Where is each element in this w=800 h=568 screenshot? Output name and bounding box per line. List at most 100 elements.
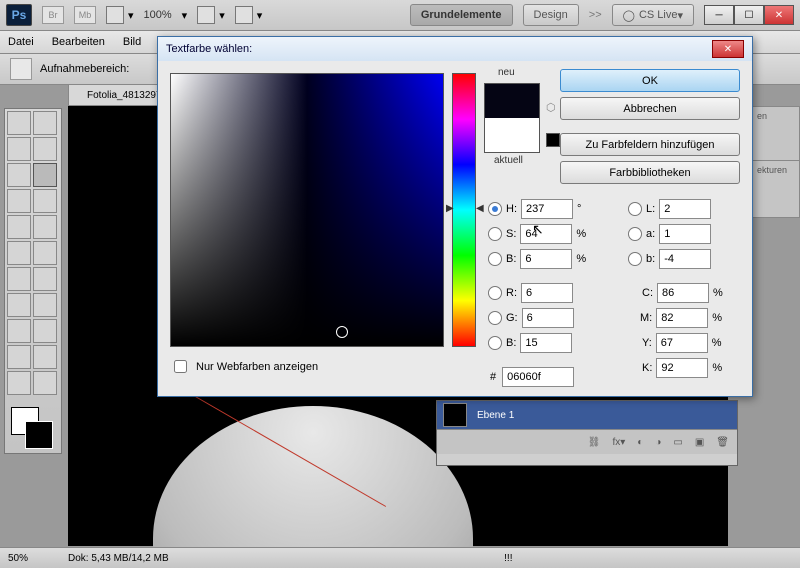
app-logo: Ps bbox=[6, 4, 32, 26]
radio-s[interactable] bbox=[488, 227, 502, 241]
eyedropper-tool[interactable] bbox=[33, 163, 57, 187]
folder-icon[interactable]: ▭ bbox=[673, 437, 682, 448]
status-zoom[interactable]: 50% bbox=[8, 553, 28, 564]
zoom-tool[interactable] bbox=[7, 371, 31, 395]
color-swatches[interactable] bbox=[7, 403, 55, 451]
bridge-icon[interactable]: Br bbox=[42, 6, 64, 24]
fx-icon[interactable]: fx▾ bbox=[612, 437, 625, 448]
radio-l[interactable] bbox=[628, 202, 642, 216]
workspace-grundelemente[interactable]: Grundelemente bbox=[410, 4, 513, 26]
current-tool-icon[interactable] bbox=[10, 58, 32, 80]
cs-live-button[interactable]: ◯ CS Live ▾ bbox=[612, 4, 694, 26]
window-close-button[interactable]: ✕ bbox=[764, 5, 794, 25]
crop-tool[interactable] bbox=[7, 163, 31, 187]
image-content bbox=[153, 406, 473, 568]
trash-icon[interactable]: 🗑 bbox=[716, 437, 729, 448]
hue-arrow-left-icon: ▶ bbox=[446, 203, 454, 214]
zoom-level[interactable]: 100% bbox=[144, 9, 172, 21]
window-maximize-button[interactable]: ☐ bbox=[734, 5, 764, 25]
web-colors-label: Nur Webfarben anzeigen bbox=[196, 361, 318, 373]
radio-b[interactable] bbox=[488, 252, 502, 266]
pen-tool[interactable] bbox=[7, 293, 31, 317]
3d-tool[interactable] bbox=[7, 345, 31, 369]
type-tool[interactable] bbox=[33, 293, 57, 317]
workspace-design[interactable]: Design bbox=[523, 4, 579, 26]
arrange-icon[interactable] bbox=[197, 6, 215, 24]
radio-r[interactable] bbox=[488, 286, 502, 300]
input-a[interactable]: 1 bbox=[659, 224, 711, 244]
adjustment-icon[interactable]: ◑ bbox=[655, 437, 661, 448]
status-bar: 50% Dok: 5,43 MB/14,2 MB !!! bbox=[0, 547, 800, 568]
radio-b2[interactable] bbox=[488, 336, 502, 350]
hand-tool[interactable] bbox=[33, 345, 57, 369]
select-tool[interactable] bbox=[7, 319, 31, 343]
history-brush-tool[interactable] bbox=[33, 215, 57, 239]
eraser-tool[interactable] bbox=[7, 241, 31, 265]
input-m[interactable]: 82 bbox=[656, 308, 708, 328]
app-top-bar: Ps Br Mb ▾ 100%▾ ▾ ▾ Grundelemente Desig… bbox=[0, 0, 800, 31]
magic-wand-tool[interactable] bbox=[33, 137, 57, 161]
menu-bearbeiten[interactable]: Bearbeiten bbox=[52, 36, 105, 48]
mask-icon[interactable]: ◐ bbox=[637, 437, 643, 448]
stamp-tool[interactable] bbox=[7, 215, 31, 239]
lasso-tool[interactable] bbox=[7, 137, 31, 161]
extras-icon[interactable] bbox=[235, 6, 253, 24]
brush-tool[interactable] bbox=[33, 189, 57, 213]
input-r[interactable]: 6 bbox=[521, 283, 573, 303]
add-swatch-button[interactable]: Zu Farbfeldern hinzufügen bbox=[560, 133, 740, 156]
minibridge-icon[interactable]: Mb bbox=[74, 6, 96, 24]
dodge-tool[interactable] bbox=[33, 267, 57, 291]
input-l[interactable]: 2 bbox=[659, 199, 711, 219]
gradient-tool[interactable] bbox=[33, 241, 57, 265]
input-s[interactable]: 64 bbox=[520, 224, 572, 244]
link-icon[interactable]: ⛓ bbox=[588, 437, 601, 448]
hue-slider[interactable] bbox=[452, 73, 476, 347]
layer-row[interactable]: Ebene 1 bbox=[437, 401, 737, 429]
rect-tool[interactable] bbox=[33, 371, 57, 395]
layer-name: Ebene 1 bbox=[477, 410, 514, 421]
options-label: Aufnahmebereich: bbox=[40, 63, 129, 75]
window-minimize-button[interactable]: ─ bbox=[704, 5, 734, 25]
heal-tool[interactable] bbox=[7, 189, 31, 213]
input-b[interactable]: 6 bbox=[520, 249, 572, 269]
menu-datei[interactable]: Datei bbox=[8, 36, 34, 48]
input-c[interactable]: 86 bbox=[657, 283, 709, 303]
color-libraries-button[interactable]: Farbbibliotheken bbox=[560, 161, 740, 184]
new-layer-icon[interactable]: ▣ bbox=[695, 437, 704, 448]
input-h[interactable]: 237 bbox=[521, 199, 573, 219]
color-preview bbox=[484, 83, 540, 153]
screen-mode-icon[interactable] bbox=[106, 6, 124, 24]
layer-thumbnail bbox=[443, 403, 467, 427]
path-select-tool[interactable] bbox=[33, 111, 57, 135]
scroll-indicator[interactable]: !!! bbox=[504, 553, 512, 564]
workspace-more[interactable]: >> bbox=[589, 9, 602, 21]
radio-h[interactable] bbox=[488, 202, 502, 216]
saturation-value-field[interactable] bbox=[170, 73, 444, 347]
input-hex[interactable]: 06060f bbox=[502, 367, 574, 387]
cube-icon[interactable]: ⬡ bbox=[546, 101, 560, 115]
hue-arrow-right-icon: ◀ bbox=[476, 203, 484, 214]
dialog-close-button[interactable]: ✕ bbox=[712, 40, 744, 58]
dialog-title-bar[interactable]: Textfarbe wählen: ✕ bbox=[158, 37, 752, 61]
hex-label: # bbox=[490, 371, 496, 383]
input-y[interactable]: 67 bbox=[656, 333, 708, 353]
blur-tool[interactable] bbox=[7, 267, 31, 291]
input-g[interactable]: 6 bbox=[522, 308, 574, 328]
radio-g[interactable] bbox=[488, 311, 502, 325]
radio-bb[interactable] bbox=[628, 252, 642, 266]
web-colors-checkbox[interactable] bbox=[174, 360, 187, 373]
ok-button[interactable]: OK bbox=[560, 69, 740, 92]
panel-tab-2[interactable]: ekturen bbox=[752, 160, 800, 218]
new-label: neu bbox=[498, 67, 515, 78]
input-b2[interactable]: 15 bbox=[520, 333, 572, 353]
cancel-button[interactable]: Abbrechen bbox=[560, 97, 740, 120]
menu-bild[interactable]: Bild bbox=[123, 36, 141, 48]
sv-cursor-icon bbox=[336, 326, 348, 338]
warn-swatch[interactable] bbox=[546, 133, 560, 147]
shape-tool[interactable] bbox=[33, 319, 57, 343]
input-k[interactable]: 92 bbox=[656, 358, 708, 378]
radio-a[interactable] bbox=[628, 227, 642, 241]
panel-tab-1[interactable]: en bbox=[752, 106, 800, 164]
move-tool[interactable] bbox=[7, 111, 31, 135]
input-bb[interactable]: -4 bbox=[659, 249, 711, 269]
